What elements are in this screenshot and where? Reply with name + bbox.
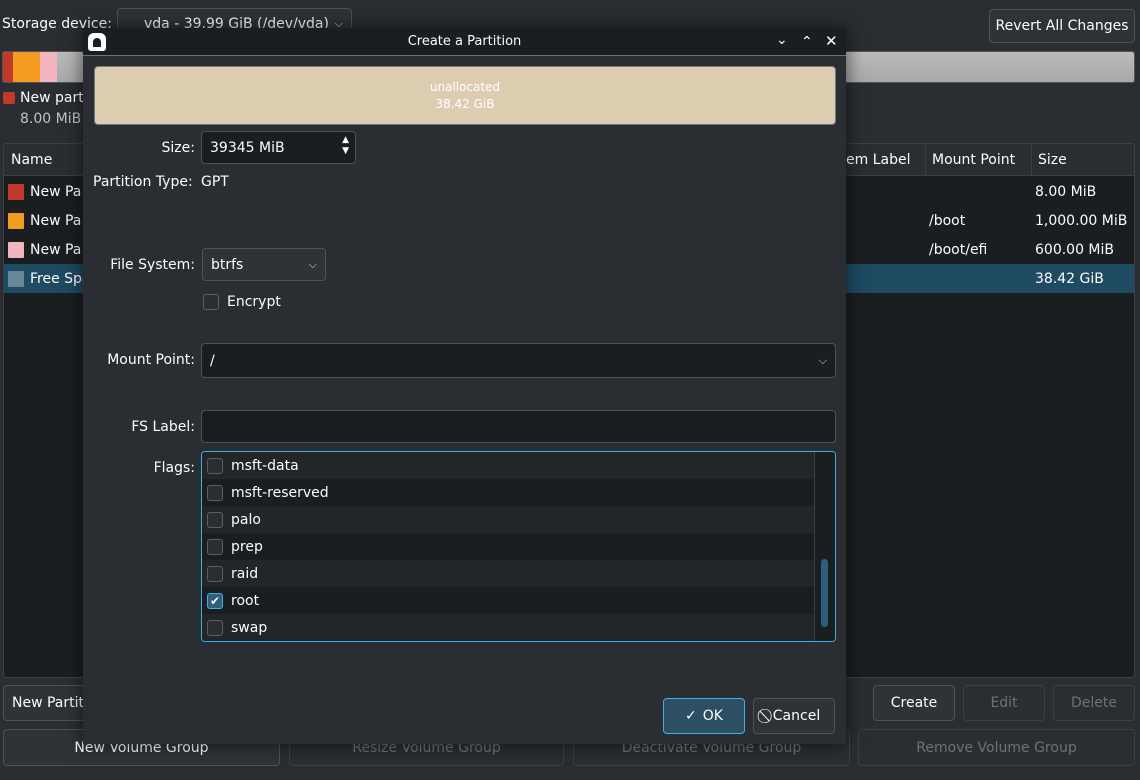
flag-name: msft-data (231, 457, 299, 474)
partition-color-swatch (8, 241, 24, 258)
dialog-titlebar: Create a Partition ⌄ ⌃ ✕ (83, 28, 846, 56)
spin-arrows-icon[interactable]: ▲ ▼ (342, 135, 349, 157)
mount-point-label: Mount Point: (107, 352, 195, 368)
partition-size: 600.00 MiB (1035, 241, 1115, 258)
checkbox-icon (203, 294, 219, 310)
flag-name: raid (231, 565, 259, 582)
flag-item[interactable]: ✔ root (202, 587, 814, 614)
column-mount-point[interactable]: Mount Point (925, 143, 1015, 176)
checkbox-icon[interactable] (207, 619, 223, 636)
flag-name: palo (231, 511, 261, 528)
flags-list[interactable]: msft-data msft-reserved palo prep raid ✔ root s… (201, 451, 836, 642)
maximize-icon[interactable]: ⌃ (801, 34, 813, 50)
check-icon: ✓ (685, 708, 697, 724)
legend-swatch (3, 92, 15, 104)
partition-type-value: GPT (201, 174, 229, 190)
chevron-down-icon: ⌵ (308, 257, 317, 271)
partition-color-swatch (8, 212, 24, 229)
column-size[interactable]: Size (1031, 143, 1067, 176)
partition-color-swatch (8, 270, 24, 287)
create-partition-dialog: Create a Partition ⌄ ⌃ ✕ unallocated 38.4… (83, 28, 846, 744)
close-icon[interactable]: ✕ (825, 32, 838, 50)
checkbox-icon[interactable] (207, 457, 223, 474)
partition-mount-point: /boot/efi (929, 241, 988, 258)
legend-size: 8.00 MiB (20, 111, 82, 127)
flag-name: swap (231, 619, 268, 636)
partition-size: 38.42 GiB (1035, 270, 1104, 287)
partition-name: Free Spa (30, 270, 91, 287)
dialog-title: Create a Partition (407, 34, 522, 49)
mount-point-combobox[interactable]: / ⌵ (201, 343, 836, 378)
size-spinbox[interactable]: 39345 MiB ▲ ▼ (201, 131, 356, 164)
flag-item[interactable]: swap (202, 614, 814, 641)
flag-item[interactable]: msft-reserved (202, 479, 814, 506)
partition-name: New Pa (30, 212, 82, 229)
flag-item[interactable]: raid (202, 560, 814, 587)
flag-item[interactable]: msft-data (202, 452, 814, 479)
edit-button[interactable]: Edit (963, 685, 1045, 721)
partition-mount-point: /boot (929, 212, 966, 229)
flag-name: prep (231, 538, 263, 555)
partition-size: 1,000.00 MiB (1035, 212, 1128, 229)
checkbox-icon[interactable] (207, 565, 223, 582)
column-name[interactable]: Name (11, 152, 52, 168)
encrypt-checkbox[interactable]: Encrypt (198, 294, 281, 310)
checkbox-icon[interactable] (207, 484, 223, 501)
remove-volume-group-button[interactable]: Remove Volume Group (858, 729, 1135, 766)
flag-name: root (231, 592, 260, 609)
partition-name: New Pa (30, 183, 82, 200)
ok-button[interactable]: ✓ OK (663, 698, 745, 734)
unallocated-bar: unallocated 38.42 GiB (94, 66, 836, 125)
minimize-icon[interactable]: ⌄ (776, 32, 788, 48)
checkbox-icon[interactable] (207, 538, 223, 555)
legend-name: New part (20, 90, 84, 106)
file-system-label: File System: (110, 257, 195, 273)
flag-name: msft-reserved (231, 484, 329, 501)
chevron-down-icon: ⌵ (818, 353, 827, 367)
create-button[interactable]: Create (873, 685, 955, 721)
partition-color-swatch (8, 183, 24, 200)
flag-item[interactable]: prep (202, 533, 814, 560)
scrollbar[interactable] (814, 452, 835, 641)
partition-name: New Pa (30, 241, 82, 258)
cancel-button[interactable]: ⃠Cancel (753, 698, 835, 734)
checkbox-icon[interactable] (207, 511, 223, 528)
file-system-select[interactable]: btrfs ⌵ (202, 248, 326, 281)
flags-label: Flags: (153, 460, 195, 476)
size-label: Size: (161, 140, 195, 156)
fs-label-input[interactable] (201, 410, 836, 443)
revert-all-changes-button[interactable]: Revert All Changes (989, 9, 1135, 43)
fs-label-label: FS Label: (131, 419, 195, 435)
flag-item[interactable]: palo (202, 506, 814, 533)
checkbox-icon[interactable]: ✔ (207, 592, 223, 609)
scrollbar-thumb[interactable] (821, 559, 828, 627)
partition-type-label: Partition Type: (93, 174, 193, 190)
column-fs-label[interactable]: em Label (846, 152, 910, 168)
delete-button[interactable]: Delete (1053, 685, 1135, 721)
partition-size: 8.00 MiB (1035, 183, 1097, 200)
